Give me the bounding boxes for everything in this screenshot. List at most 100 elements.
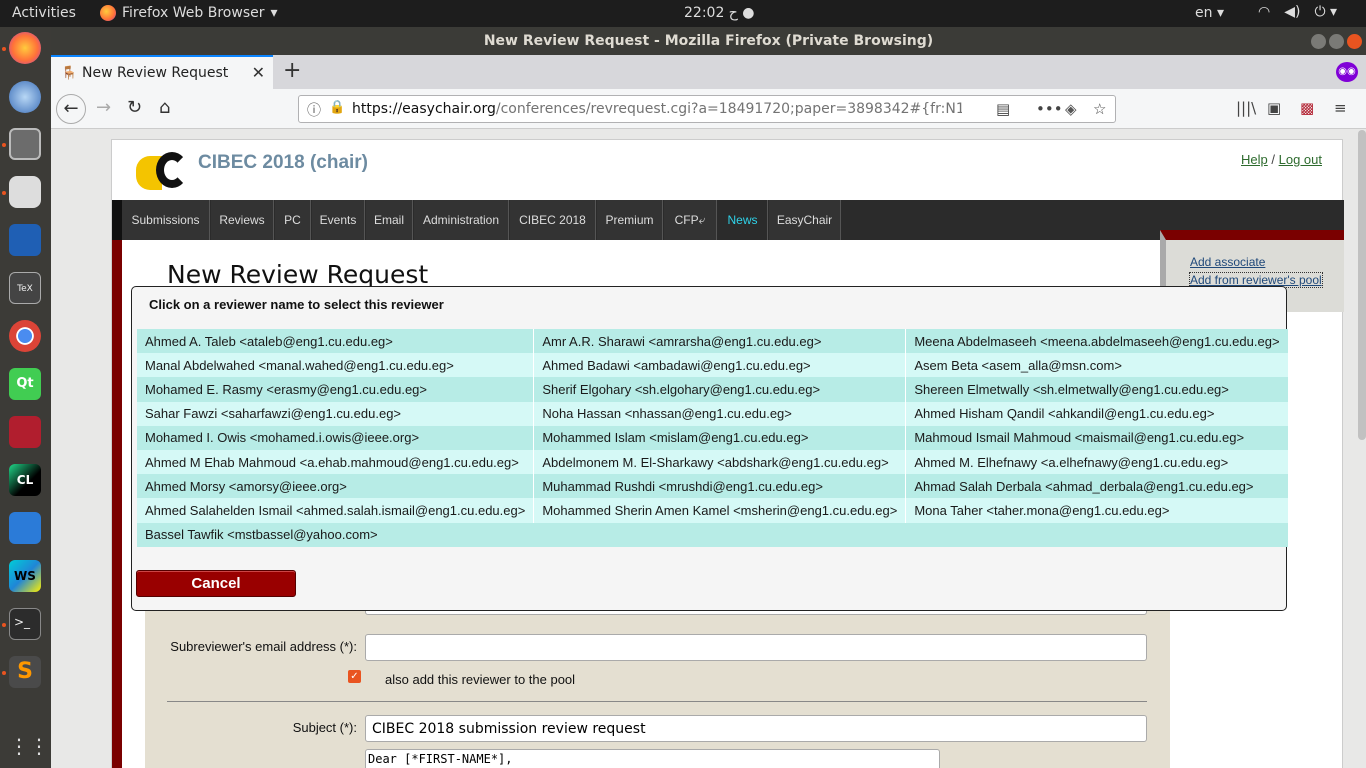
vscode-dock-icon[interactable]: [9, 512, 41, 544]
rhythmbox-dock-icon[interactable]: [9, 176, 41, 208]
reviewer-cell[interactable]: Ahmed Salahelden Ismail <ahmed.salah.ism…: [137, 498, 535, 523]
forward-button[interactable]: →: [96, 97, 111, 118]
reviewer-cell[interactable]: Amr A.R. Sharawi <amrarsha@eng1.cu.edu.e…: [533, 329, 907, 354]
show-apps-icon[interactable]: ⋮⋮⋮: [9, 730, 69, 762]
volume-icon: ◀): [1284, 4, 1301, 20]
reviewer-cell[interactable]: Shereen Elmetwally <sh.elmetwally@eng1.c…: [905, 377, 1289, 402]
reviewer-cell[interactable]: Mohamed I. Owis <mohamed.i.owis@ieee.org…: [137, 425, 535, 450]
easychair-logo[interactable]: [136, 152, 188, 192]
sidebar-icon[interactable]: ▣: [1267, 99, 1281, 117]
app-menu-label: Firefox Web Browser: [122, 5, 265, 21]
window-title-bar: New Review Request - Mozilla Firefox (Pr…: [51, 27, 1366, 55]
library-icon[interactable]: |||\: [1236, 99, 1256, 117]
reviewer-table: Ahmed A. Taleb <ataleb@eng1.cu.edu.eg> A…: [137, 329, 1289, 547]
thunderbird-dock-icon[interactable]: [9, 81, 41, 113]
page-actions-icon[interactable]: •••: [1036, 100, 1063, 118]
app-menu[interactable]: Firefox Web Browser ▾: [100, 5, 278, 21]
menu-events[interactable]: Events: [312, 200, 365, 240]
menu-reviews[interactable]: Reviews: [211, 200, 274, 240]
page-scrollbar[interactable]: [1358, 130, 1366, 440]
reviewer-cell[interactable]: Sherif Elgohary <sh.elgohary@eng1.cu.edu…: [533, 377, 907, 402]
sublime-dock-icon[interactable]: S: [9, 656, 41, 688]
add-to-pool-checkbox[interactable]: ✓: [348, 670, 361, 683]
url-bar[interactable]: ⓘ 🔒 https://easychair.org/conferences/re…: [298, 95, 1116, 123]
reviewer-cell[interactable]: Bassel Tawfik <mstbassel@yahoo.com>: [137, 522, 1289, 547]
reviewer-cell[interactable]: Mohamed E. Rasmy <erasmy@eng1.cu.edu.eg>: [137, 377, 535, 402]
left-accent-bar: [112, 240, 122, 768]
info-icon[interactable]: ⓘ: [307, 100, 321, 120]
reviewer-cell[interactable]: Manal Abdelwahed <manal.wahed@eng1.cu.ed…: [137, 353, 535, 378]
menu-easychair[interactable]: EasyChair: [769, 200, 841, 240]
subject-label: Subject (*):: [292, 720, 357, 735]
email-label: Subreviewer's email address (*):: [170, 639, 357, 654]
reviewer-cell[interactable]: Abdelmonem M. El-Sharkawy <abdshark@eng1…: [533, 449, 907, 475]
email-field[interactable]: [365, 634, 1147, 661]
webstorm-dock-icon[interactable]: WS: [9, 560, 41, 592]
reviewer-cell[interactable]: Ahmed A. Taleb <ataleb@eng1.cu.edu.eg>: [137, 329, 535, 354]
table-row: Ahmed M Ehab Mahmoud <a.ehab.mahmoud@eng…: [137, 449, 1289, 475]
reviewer-cell[interactable]: Ahmed Badawi <ambadawi@eng1.cu.edu.eg>: [533, 353, 907, 378]
writer-dock-icon[interactable]: [9, 224, 41, 256]
reviewer-cell[interactable]: Mohammed Islam <mislam@eng1.cu.edu.eg>: [533, 425, 907, 450]
cancel-button[interactable]: Cancel: [136, 570, 296, 597]
menu-email[interactable]: Email: [366, 200, 413, 240]
reader-view-icon[interactable]: ▤: [996, 100, 1010, 118]
mendeley-extension-icon[interactable]: ▩: [1300, 99, 1314, 117]
terminal-dock-icon[interactable]: >_: [9, 608, 41, 640]
reviewer-cell[interactable]: Ahmad Salah Derbala <ahmad_derbala@eng1.…: [905, 474, 1289, 499]
menu-cfp[interactable]: CFP⤶: [664, 200, 717, 240]
menu-administration[interactable]: Administration: [414, 200, 509, 240]
reviewer-cell[interactable]: Ahmed Morsy <amorsy@ieee.org>: [137, 474, 535, 499]
help-link[interactable]: Help: [1241, 152, 1268, 167]
bookmark-star-icon[interactable]: ☆: [1093, 100, 1106, 118]
email-body-textarea[interactable]: Dear [*FIRST-NAME*],: [365, 749, 940, 768]
add-associate-link[interactable]: Add associate: [1190, 255, 1265, 269]
maximize-button[interactable]: [1329, 34, 1344, 49]
menu-hamburger-icon[interactable]: ≡: [1334, 99, 1347, 117]
system-tray[interactable]: ◠ ◀) ⏻ ▾: [1258, 4, 1337, 20]
reviewer-cell[interactable]: Mona Taher <taher.mona@eng1.cu.edu.eg>: [905, 498, 1289, 523]
conference-title: CIBEC 2018 (chair): [198, 152, 369, 173]
close-tab-icon[interactable]: ✕: [252, 63, 265, 82]
reload-button[interactable]: ↻: [127, 97, 142, 118]
clock[interactable]: 22:02 ح ●: [684, 5, 755, 21]
back-button[interactable]: ←: [56, 94, 86, 124]
minimize-button[interactable]: [1311, 34, 1326, 49]
table-row: Sahar Fawzi <saharfawzi@eng1.cu.edu.eg> …: [137, 401, 1289, 426]
menu-news[interactable]: News: [718, 200, 768, 240]
navigation-toolbar: ← → ↻ ⌂ ⓘ 🔒 https://easychair.org/confer…: [51, 89, 1366, 129]
reviewer-cell[interactable]: Asem Beta <asem_alla@msn.com>: [905, 353, 1289, 378]
reviewer-cell[interactable]: Mohammed Sherin Amen Kamel <msherin@eng1…: [533, 498, 907, 523]
reviewer-cell[interactable]: Ahmed Hisham Qandil <ahkandil@eng1.cu.ed…: [905, 401, 1289, 426]
texmaker-dock-icon[interactable]: TeX: [9, 272, 41, 304]
qt-creator-dock-icon[interactable]: Qt: [9, 368, 41, 400]
menu-submissions[interactable]: Submissions: [122, 200, 210, 240]
clion-dock-icon[interactable]: CL: [9, 464, 41, 496]
mendeley-dock-icon[interactable]: [9, 416, 41, 448]
reviewer-cell[interactable]: Sahar Fawzi <saharfawzi@eng1.cu.edu.eg>: [137, 401, 535, 426]
reviewer-cell[interactable]: Muhammad Rushdi <mrushdi@eng1.cu.edu.eg>: [533, 474, 907, 499]
reviewer-cell[interactable]: Meena Abdelmaseeh <meena.abdelmaseeh@eng…: [905, 329, 1289, 354]
url-text[interactable]: https://easychair.org/conferences/revreq…: [352, 101, 962, 117]
menu-premium[interactable]: Premium: [597, 200, 663, 240]
firefox-dock-icon[interactable]: [9, 32, 41, 64]
menu-cibec-2018[interactable]: CIBEC 2018: [510, 200, 596, 240]
running-indicator: [2, 191, 6, 195]
pocket-icon[interactable]: ◈: [1065, 100, 1077, 118]
activities-button[interactable]: Activities: [12, 5, 76, 21]
chromium-dock-icon[interactable]: [9, 320, 41, 352]
close-window-button[interactable]: [1347, 34, 1362, 49]
menu-pc[interactable]: PC: [275, 200, 311, 240]
reviewer-cell[interactable]: Noha Hassan <nhassan@eng1.cu.edu.eg>: [533, 401, 907, 426]
logout-link[interactable]: Log out: [1279, 152, 1322, 167]
add-from-pool-link[interactable]: Add from reviewer's pool: [1189, 272, 1323, 288]
reviewer-cell[interactable]: Mahmoud Ismail Mahmoud <maismail@eng1.cu…: [905, 425, 1289, 450]
subject-field[interactable]: CIBEC 2018 submission review request: [365, 715, 1147, 742]
language-indicator[interactable]: en ▾: [1195, 5, 1224, 21]
tab-new-review-request[interactable]: 🪑 New Review Request ✕: [51, 55, 273, 89]
home-button[interactable]: ⌂: [159, 97, 170, 118]
reviewer-cell[interactable]: Ahmed M Ehab Mahmoud <a.ehab.mahmoud@eng…: [137, 449, 535, 475]
files-dock-icon[interactable]: [9, 128, 41, 160]
new-tab-button[interactable]: +: [283, 58, 301, 83]
reviewer-cell[interactable]: Ahmed M. Elhefnawy <a.elhefnawy@eng1.cu.…: [905, 449, 1289, 475]
